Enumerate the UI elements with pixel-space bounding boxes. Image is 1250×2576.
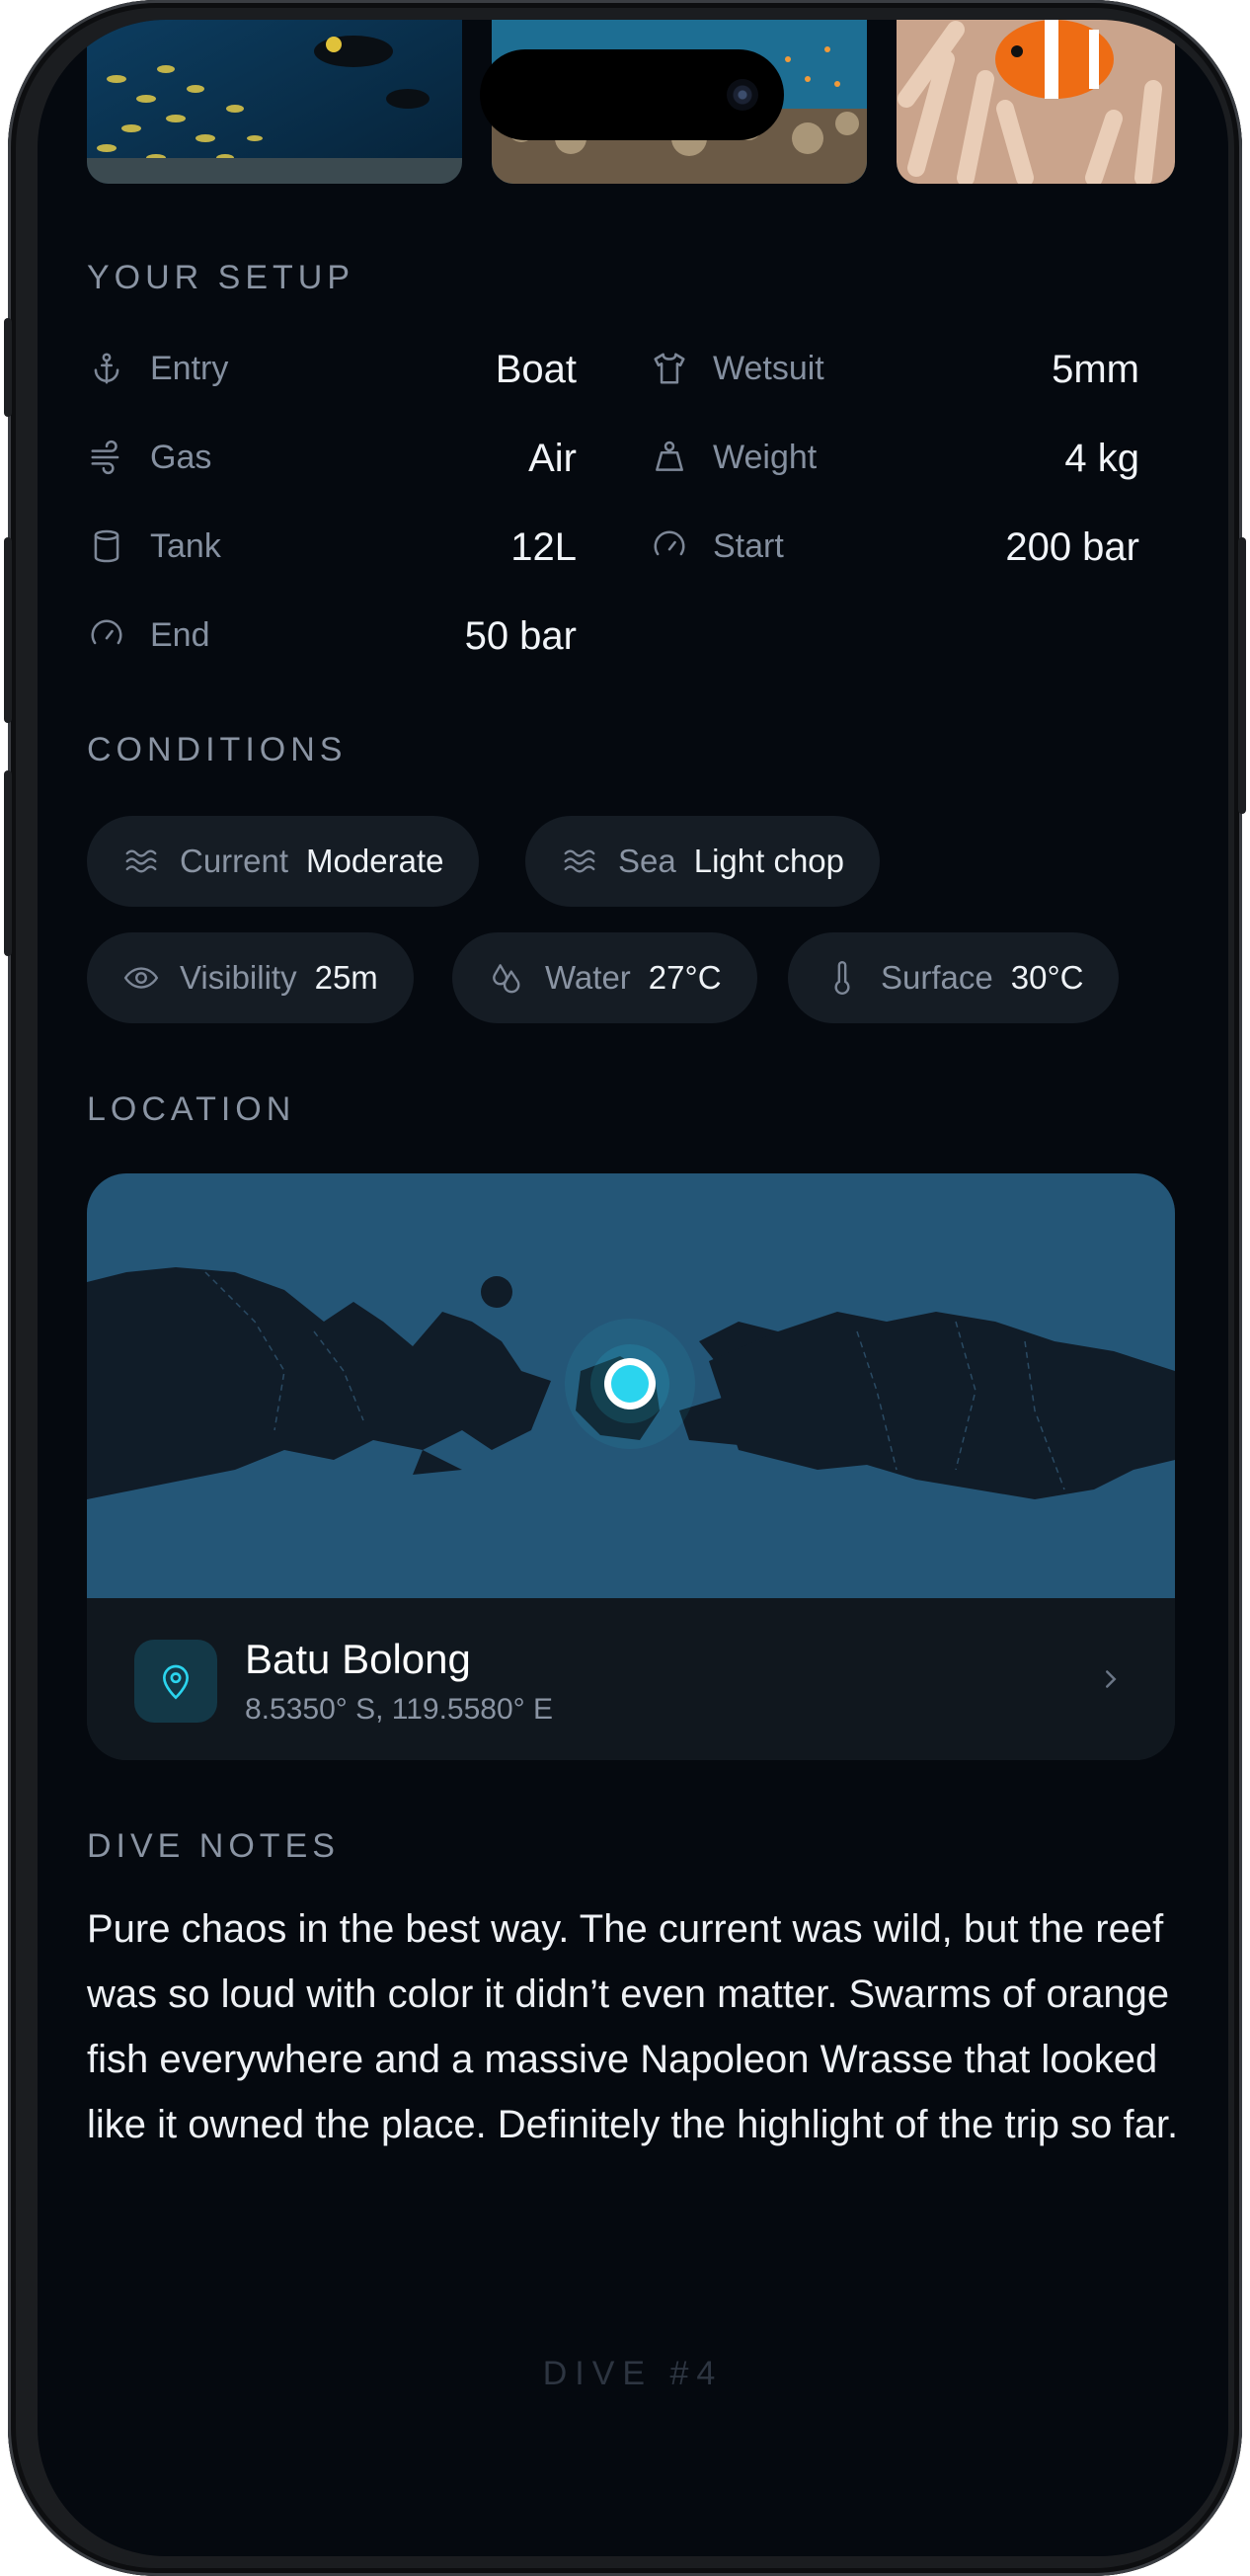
condition-chip-surface: Surface 30°C (788, 932, 1120, 1023)
chip-label: Current (180, 843, 289, 879)
location-row[interactable]: Batu Bolong 8.5350° S, 119.5580° E (87, 1598, 1175, 1760)
setup-value: 12L (510, 525, 577, 569)
dynamic-island (480, 49, 784, 140)
screen: YOUR SETUP Entry Boat Gas Air Tank 12L E… (38, 20, 1228, 2556)
setup-row-wetsuit: Wetsuit 5mm (650, 344, 1139, 393)
chip-value: 25m (314, 959, 378, 996)
setup-value: 50 bar (464, 614, 577, 658)
shirt-icon (650, 349, 689, 388)
location-pin-badge (134, 1640, 217, 1723)
gauge-icon (650, 526, 689, 566)
droplets-icon (488, 959, 525, 997)
setup-label: Wetsuit (713, 349, 824, 387)
location-title: LOCATION (87, 1090, 296, 1128)
weight-icon (650, 438, 689, 477)
camera-icon (727, 79, 758, 111)
anchor-icon (87, 349, 126, 388)
waves-icon (122, 843, 160, 880)
map-pin-icon (162, 1664, 190, 1700)
setup-label: Entry (150, 349, 229, 387)
setup-value: 200 bar (1005, 525, 1139, 569)
photo-clownfish[interactable] (897, 20, 1175, 184)
chip-label: Visibility (180, 959, 297, 996)
map[interactable] (87, 1173, 1175, 1598)
setup-row-entry: Entry Boat (87, 344, 577, 393)
location-coordinates: 8.5350° S, 119.5580° E (245, 1693, 554, 1726)
setup-value: 5mm (1052, 348, 1139, 391)
setup-label: Weight (713, 438, 818, 476)
cylinder-icon (87, 526, 126, 566)
location-name: Batu Bolong (245, 1636, 471, 1682)
setup-row-end: End 50 bar (87, 610, 577, 660)
conditions-title: CONDITIONS (87, 731, 348, 768)
phone-frame: YOUR SETUP Entry Boat Gas Air Tank 12L E… (4, 0, 1246, 2576)
chip-value: 30°C (1010, 959, 1084, 996)
waves-icon (561, 843, 598, 880)
setup-value: Air (528, 437, 577, 480)
setup-label: Gas (150, 438, 212, 476)
power-button (1238, 537, 1246, 814)
thermometer-icon (823, 959, 861, 997)
eye-icon (122, 959, 160, 997)
chevron-right-icon[interactable] (1096, 1659, 1126, 1699)
setup-label: Tank (150, 526, 221, 565)
chip-value: Light chop (693, 843, 845, 879)
condition-chip-current: Current Moderate (87, 816, 480, 907)
volume-up-button (4, 537, 12, 723)
chip-value: 27°C (648, 959, 722, 996)
condition-chip-visibility: Visibility 25m (87, 932, 414, 1023)
setup-row-gas: Gas Air (87, 433, 577, 482)
dive-notes-text: Pure chaos in the best way. The current … (87, 1907, 1179, 2146)
volume-down-button (4, 770, 12, 956)
chip-label: Surface (881, 959, 993, 996)
setup-row-start: Start 200 bar (650, 522, 1139, 571)
chip-label: Sea (618, 843, 676, 879)
dive-number: DIVE #4 (542, 2355, 724, 2392)
chip-value: Moderate (306, 843, 444, 879)
setup-label: End (150, 615, 210, 654)
condition-chip-water: Water 27°C (452, 932, 757, 1023)
location-card[interactable]: Batu Bolong 8.5350° S, 119.5580° E (87, 1173, 1175, 1760)
chip-label: Water (545, 959, 631, 996)
map-canvas (87, 1267, 1175, 1499)
setup-title: YOUR SETUP (87, 259, 355, 296)
photo-diver-school[interactable] (87, 20, 462, 184)
setup-label: Start (713, 526, 784, 565)
notes-title: DIVE NOTES (87, 1827, 340, 1865)
setup-row-tank: Tank 12L (87, 522, 577, 571)
gauge-icon (87, 615, 126, 655)
wind-icon (87, 438, 126, 477)
setup-value: Boat (495, 348, 577, 391)
setup-row-weight: Weight 4 kg (650, 433, 1139, 482)
action-button (4, 318, 12, 417)
condition-chip-sea: Sea Light chop (525, 816, 881, 907)
setup-value: 4 kg (1064, 437, 1139, 480)
